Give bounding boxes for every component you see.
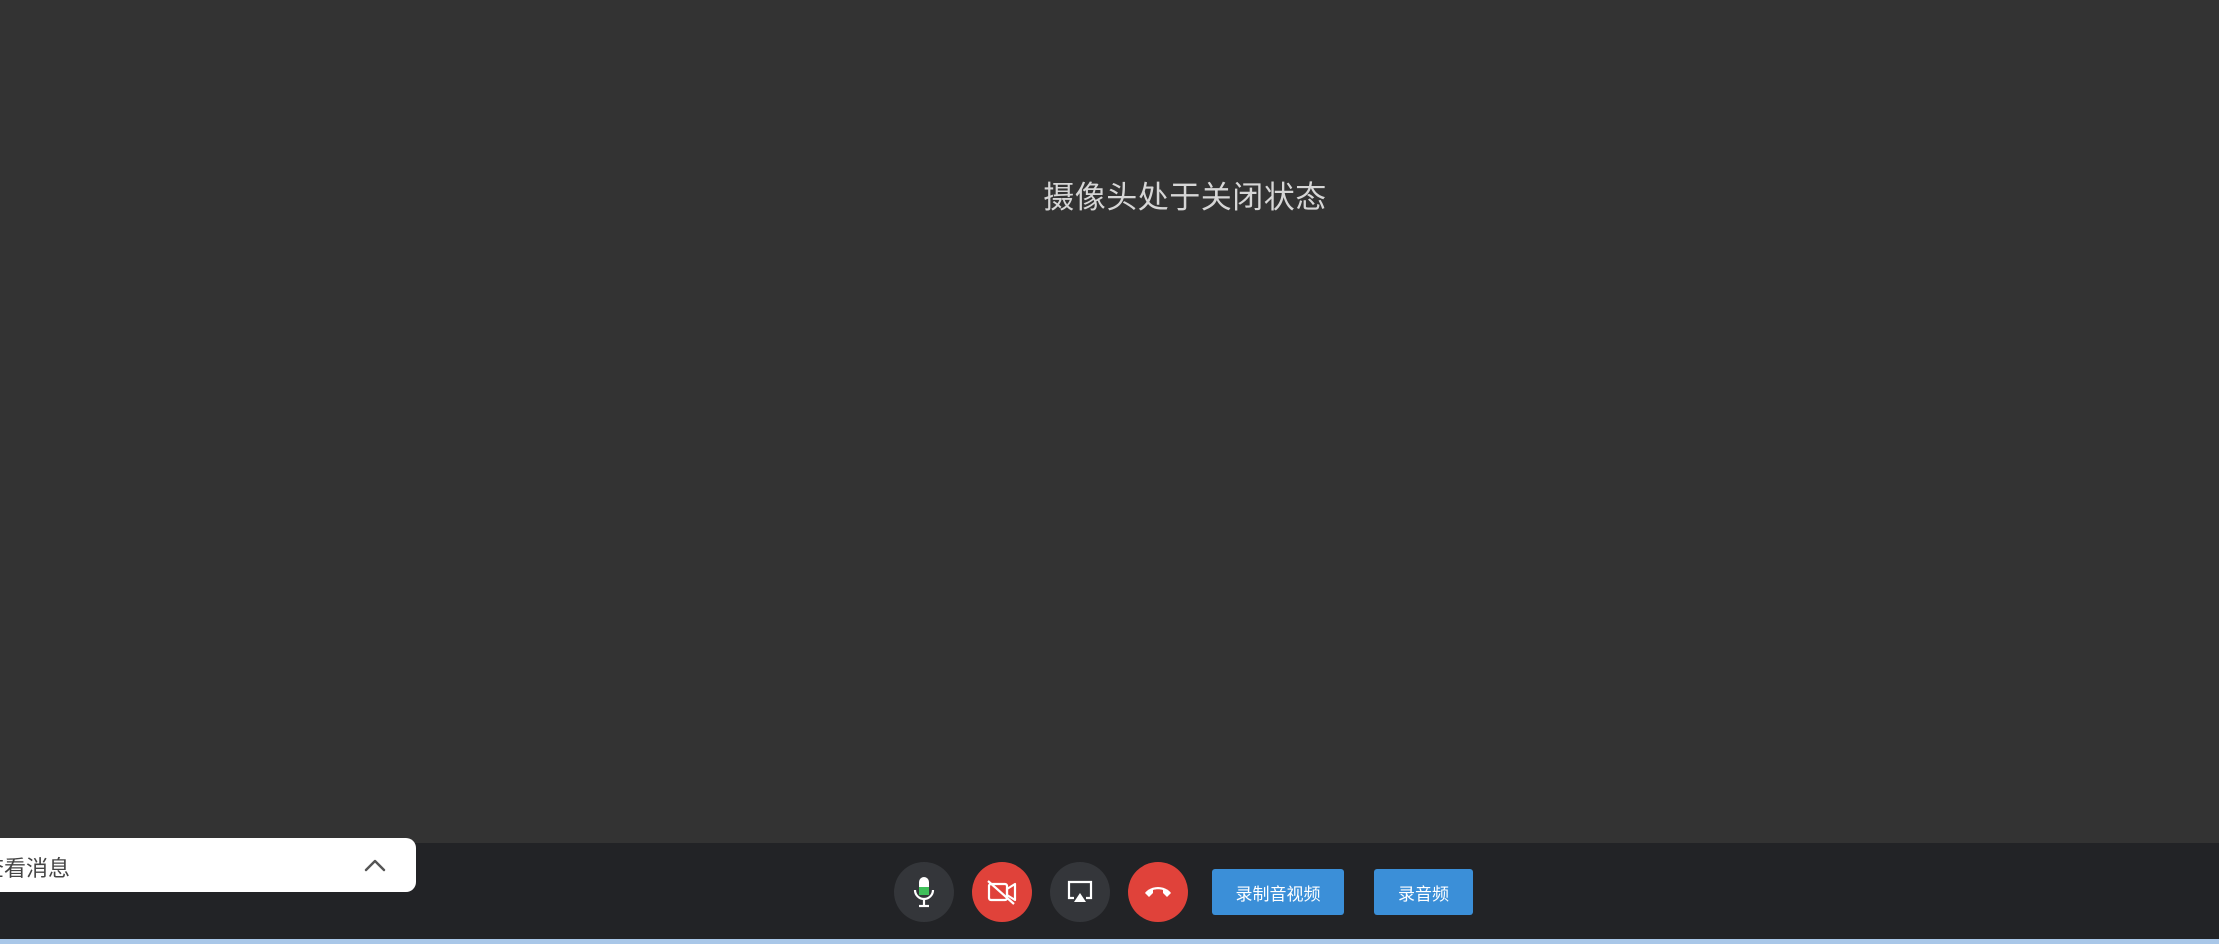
chevron-up-icon[interactable]: [358, 848, 392, 882]
video-stage: 摄像头处于关闭状态: [0, 0, 2219, 843]
phone-hangup-icon: [1143, 883, 1173, 901]
microphone-button[interactable]: [894, 862, 954, 922]
message-panel-title: 查看消息: [0, 857, 71, 882]
hangup-button[interactable]: [1128, 862, 1188, 922]
screen-share-icon: [1065, 878, 1095, 906]
microphone-icon: [911, 875, 937, 909]
message-panel[interactable]: 查看消息: [0, 838, 416, 892]
record-audio-button[interactable]: 录音频: [1374, 869, 1473, 915]
screen-share-button[interactable]: [1050, 862, 1110, 922]
camera-off-icon: [986, 879, 1018, 905]
record-audio-video-button[interactable]: 录制音视频: [1212, 869, 1344, 915]
camera-status-text: 摄像头处于关闭状态: [1043, 180, 1327, 216]
bottom-strip: [0, 939, 2219, 944]
camera-toggle-button[interactable]: [972, 862, 1032, 922]
